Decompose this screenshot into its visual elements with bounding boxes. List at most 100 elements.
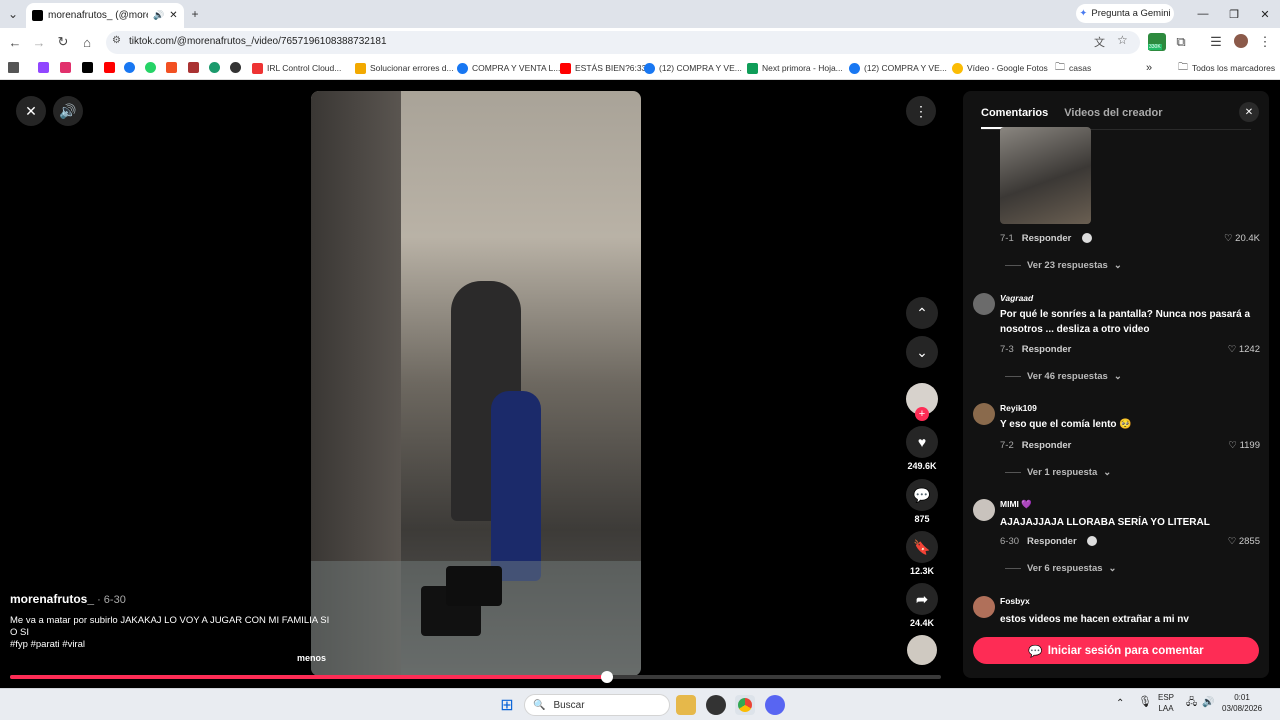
- comment-bubble-icon[interactable]: 💬: [906, 479, 938, 511]
- login-to-comment-button[interactable]: 💬 Iniciar sesión para comentar: [973, 637, 1259, 664]
- translate-icon[interactable]: 文: [1094, 34, 1105, 50]
- bookmark-estas-bien[interactable]: ESTÁS BIEN?6:33: [560, 60, 646, 76]
- tab-close-icon[interactable]: ✕: [169, 10, 177, 21]
- instagram-icon[interactable]: [60, 62, 71, 73]
- forward-arrow-icon[interactable]: →: [30, 33, 48, 51]
- share-action[interactable]: ➦ 24.4K: [905, 583, 939, 628]
- apps-grid-icon[interactable]: [8, 62, 19, 73]
- home-icon[interactable]: ⌂: [78, 33, 96, 51]
- video-player[interactable]: [311, 91, 641, 676]
- panel-close-icon[interactable]: ✕: [1239, 102, 1259, 122]
- window-close-icon[interactable]: ✕: [1255, 5, 1275, 23]
- progress-bar[interactable]: [10, 671, 941, 683]
- extension-icon[interactable]: 330K: [1148, 33, 1166, 51]
- network-icon[interactable]: 🖧: [1186, 697, 1197, 708]
- microphone-icon[interactable]: 🎙: [1138, 697, 1152, 708]
- x-icon[interactable]: [82, 62, 93, 73]
- discord-icon[interactable]: [765, 695, 785, 715]
- language-indicator[interactable]: ESP LAA: [1158, 692, 1174, 714]
- avatar[interactable]: [973, 596, 995, 618]
- caption-hashtags[interactable]: #fyp #parati #viral: [10, 639, 335, 651]
- comment-username[interactable]: MIMI 💜: [1000, 499, 1032, 510]
- more-bookmarks-chevron-icon[interactable]: »: [1146, 60, 1152, 76]
- gemini-button[interactable]: ✦ Pregunta a Gemini: [1076, 4, 1174, 23]
- comment-image-thumbnail[interactable]: [1000, 127, 1091, 224]
- view-replies[interactable]: Ver 23 respuestas ⌄: [1005, 260, 1122, 271]
- comment-username[interactable]: Vagraad: [1000, 293, 1033, 303]
- site-info-icon[interactable]: ⚙: [112, 35, 121, 46]
- back-arrow-icon[interactable]: ←: [6, 33, 24, 51]
- minimize-icon[interactable]: —: [1193, 5, 1213, 23]
- reply-button[interactable]: Responder: [1022, 344, 1072, 355]
- comment-username[interactable]: Fosbyx: [1000, 596, 1030, 606]
- file-explorer-icon[interactable]: [676, 695, 696, 715]
- music-disc-avatar[interactable]: [907, 635, 937, 665]
- obs-icon[interactable]: [706, 695, 726, 715]
- new-tab-button[interactable]: +: [186, 5, 204, 23]
- windows-start-icon[interactable]: ⊞: [497, 695, 517, 715]
- extensions-puzzle-icon[interactable]: ⧉: [1172, 33, 1190, 51]
- avatar[interactable]: [973, 293, 995, 315]
- tab-comments[interactable]: Comentarios: [981, 107, 1048, 119]
- taskbar-search[interactable]: 🔍 Buscar: [524, 694, 670, 716]
- comment-likes[interactable]: ♡ 1199: [1228, 440, 1260, 451]
- heart-icon[interactable]: ♥: [906, 426, 938, 458]
- menu-kebab-icon[interactable]: ⋮: [1256, 33, 1274, 51]
- address-bar[interactable]: ⚙ tiktok.com/@morenafrutos_/video/765719…: [106, 31, 1140, 54]
- comment-likes[interactable]: ♡ 20.4K: [1224, 233, 1260, 244]
- browser-tab[interactable]: morenafrutos_ (@morenafr 🔊 ✕: [26, 3, 184, 28]
- view-replies[interactable]: Ver 46 respuestas ⌄: [1005, 371, 1122, 382]
- previous-video-chevron-up-icon[interactable]: ⌃: [906, 297, 938, 329]
- reading-list-icon[interactable]: ☰: [1207, 33, 1225, 51]
- reply-button[interactable]: Responder: [1022, 440, 1072, 451]
- tab-creator-videos[interactable]: Videos del creador: [1064, 107, 1162, 119]
- clock[interactable]: 0:01 03/08/2026: [1222, 692, 1262, 714]
- bookmark-compra-2[interactable]: (12) COMPRA Y VE...: [644, 60, 742, 76]
- reply-button[interactable]: Responder: [1027, 536, 1077, 547]
- view-replies[interactable]: Ver 1 respuesta ⌄: [1005, 467, 1111, 478]
- profile-avatar[interactable]: [1234, 34, 1248, 48]
- like-action[interactable]: ♥ 249.6K: [905, 426, 939, 471]
- comment-likes[interactable]: ♡ 1242: [1228, 344, 1260, 355]
- reload-icon[interactable]: ↻: [54, 33, 72, 51]
- tray-chevron-up-icon[interactable]: ⌃: [1116, 698, 1124, 709]
- bookmark-next-primora[interactable]: Next primora - Hoja...: [747, 60, 843, 76]
- follow-plus-icon[interactable]: +: [915, 407, 929, 421]
- save-action[interactable]: 🔖 12.3K: [905, 531, 939, 576]
- whatsapp-icon[interactable]: [145, 62, 156, 73]
- comment-likes[interactable]: ♡ 2855: [1228, 536, 1260, 547]
- bookmark-compra-3[interactable]: (12) COMPRA Y VE...: [849, 60, 947, 76]
- reply-button[interactable]: Responder: [1022, 233, 1072, 244]
- comment-action[interactable]: 💬 875: [905, 479, 939, 524]
- more-options-icon[interactable]: ⋮: [906, 96, 936, 126]
- progress-knob[interactable]: [600, 671, 613, 683]
- all-bookmarks[interactable]: 🗀 Todos los marcadores: [1178, 60, 1275, 76]
- author-name[interactable]: morenafrutos_: [10, 592, 94, 606]
- speaker-icon[interactable]: 🔊: [1202, 697, 1214, 708]
- share-arrow-icon[interactable]: ➦: [906, 583, 938, 615]
- show-less-link[interactable]: menos: [297, 653, 326, 663]
- close-icon[interactable]: ✕: [16, 96, 46, 126]
- view-replies[interactable]: Ver 6 respuestas ⌄: [1005, 563, 1117, 574]
- bookmark-star-icon[interactable]: ☆: [1117, 33, 1128, 47]
- chrome-icon[interactable]: [735, 695, 755, 715]
- comment-username[interactable]: Reyik109: [1000, 403, 1037, 413]
- bookmark-solucionar[interactable]: Solucionar errores d...: [355, 60, 454, 76]
- bookmark-google-fotos[interactable]: Vídeo - Google Fotos: [952, 60, 1048, 76]
- twitch-icon[interactable]: [38, 62, 49, 73]
- volume-icon[interactable]: 🔊: [53, 96, 83, 126]
- avatar[interactable]: [973, 403, 995, 425]
- bookmark-icon[interactable]: [188, 62, 199, 73]
- chatgpt-icon[interactable]: [209, 62, 220, 73]
- facebook-icon[interactable]: [124, 62, 135, 73]
- youtube-icon[interactable]: [104, 62, 115, 73]
- next-video-chevron-down-icon[interactable]: ⌄: [906, 336, 938, 368]
- bookmark-casas[interactable]: 🗀 casas: [1055, 60, 1091, 76]
- bookmark-compra-1[interactable]: COMPRA Y VENTA L...: [457, 60, 560, 76]
- tab-list-chevron-icon[interactable]: ⌄: [4, 5, 22, 23]
- microsoft-icon[interactable]: [166, 62, 177, 73]
- github-icon[interactable]: [230, 62, 241, 73]
- bookmark-irl[interactable]: IRL Control Cloud...: [252, 60, 341, 76]
- maximize-icon[interactable]: ❐: [1224, 5, 1244, 23]
- bookmark-icon[interactable]: 🔖: [906, 531, 938, 563]
